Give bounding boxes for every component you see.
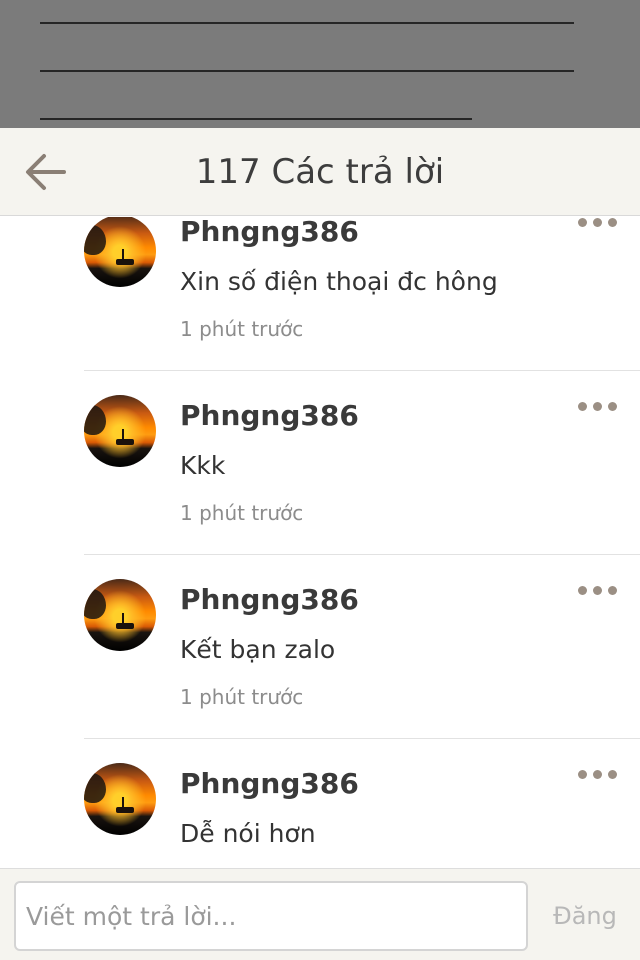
avatar[interactable] <box>84 763 156 835</box>
avatar[interactable] <box>84 395 156 467</box>
avatar[interactable] <box>84 579 156 651</box>
redacted-text-line <box>40 22 574 24</box>
avatar[interactable] <box>84 217 156 287</box>
more-dots-icon <box>578 586 587 595</box>
redacted-text-line <box>40 118 472 120</box>
reply-input[interactable] <box>14 881 528 951</box>
more-options-button[interactable] <box>578 217 618 229</box>
list-item: Phngng386 Dễ nói hơn <box>0 737 640 868</box>
dimmed-overlay <box>0 0 640 128</box>
comment-text: Dễ nói hơn <box>180 819 316 848</box>
timestamp: 1 phút trước <box>180 685 304 709</box>
list-item: Phngng386 Kết bạn zalo 1 phút trước <box>0 553 640 737</box>
more-options-button[interactable] <box>578 399 618 413</box>
comment-text: Xin số điện thoại đc hông <box>180 267 498 296</box>
comment-text: Kết bạn zalo <box>180 635 336 664</box>
more-dots-icon <box>578 218 587 227</box>
timestamp: 1 phút trước <box>180 501 304 525</box>
more-options-button[interactable] <box>578 767 618 781</box>
redacted-text-line <box>40 70 574 72</box>
username[interactable]: Phngng386 <box>180 767 359 800</box>
username[interactable]: Phngng386 <box>180 583 359 616</box>
more-dots-icon <box>578 770 587 779</box>
username[interactable]: Phngng386 <box>180 399 359 432</box>
reply-bar: Đăng <box>0 868 640 960</box>
more-options-button[interactable] <box>578 583 618 597</box>
list-item: Phngng386 Kkk 1 phút trước <box>0 369 640 553</box>
post-button[interactable]: Đăng <box>540 881 630 951</box>
list-item: Phngng386 Xin số điện thoại đc hông 1 ph… <box>0 217 640 369</box>
replies-header: 117 Các trả lời <box>0 128 640 216</box>
reply-list[interactable]: Phngng386 Xin số điện thoại đc hông 1 ph… <box>0 217 640 868</box>
page-title: 117 Các trả lời <box>195 152 445 192</box>
username[interactable]: Phngng386 <box>180 217 359 248</box>
more-dots-icon <box>578 402 587 411</box>
timestamp: 1 phút trước <box>180 317 304 341</box>
comment-text: Kkk <box>180 451 226 480</box>
